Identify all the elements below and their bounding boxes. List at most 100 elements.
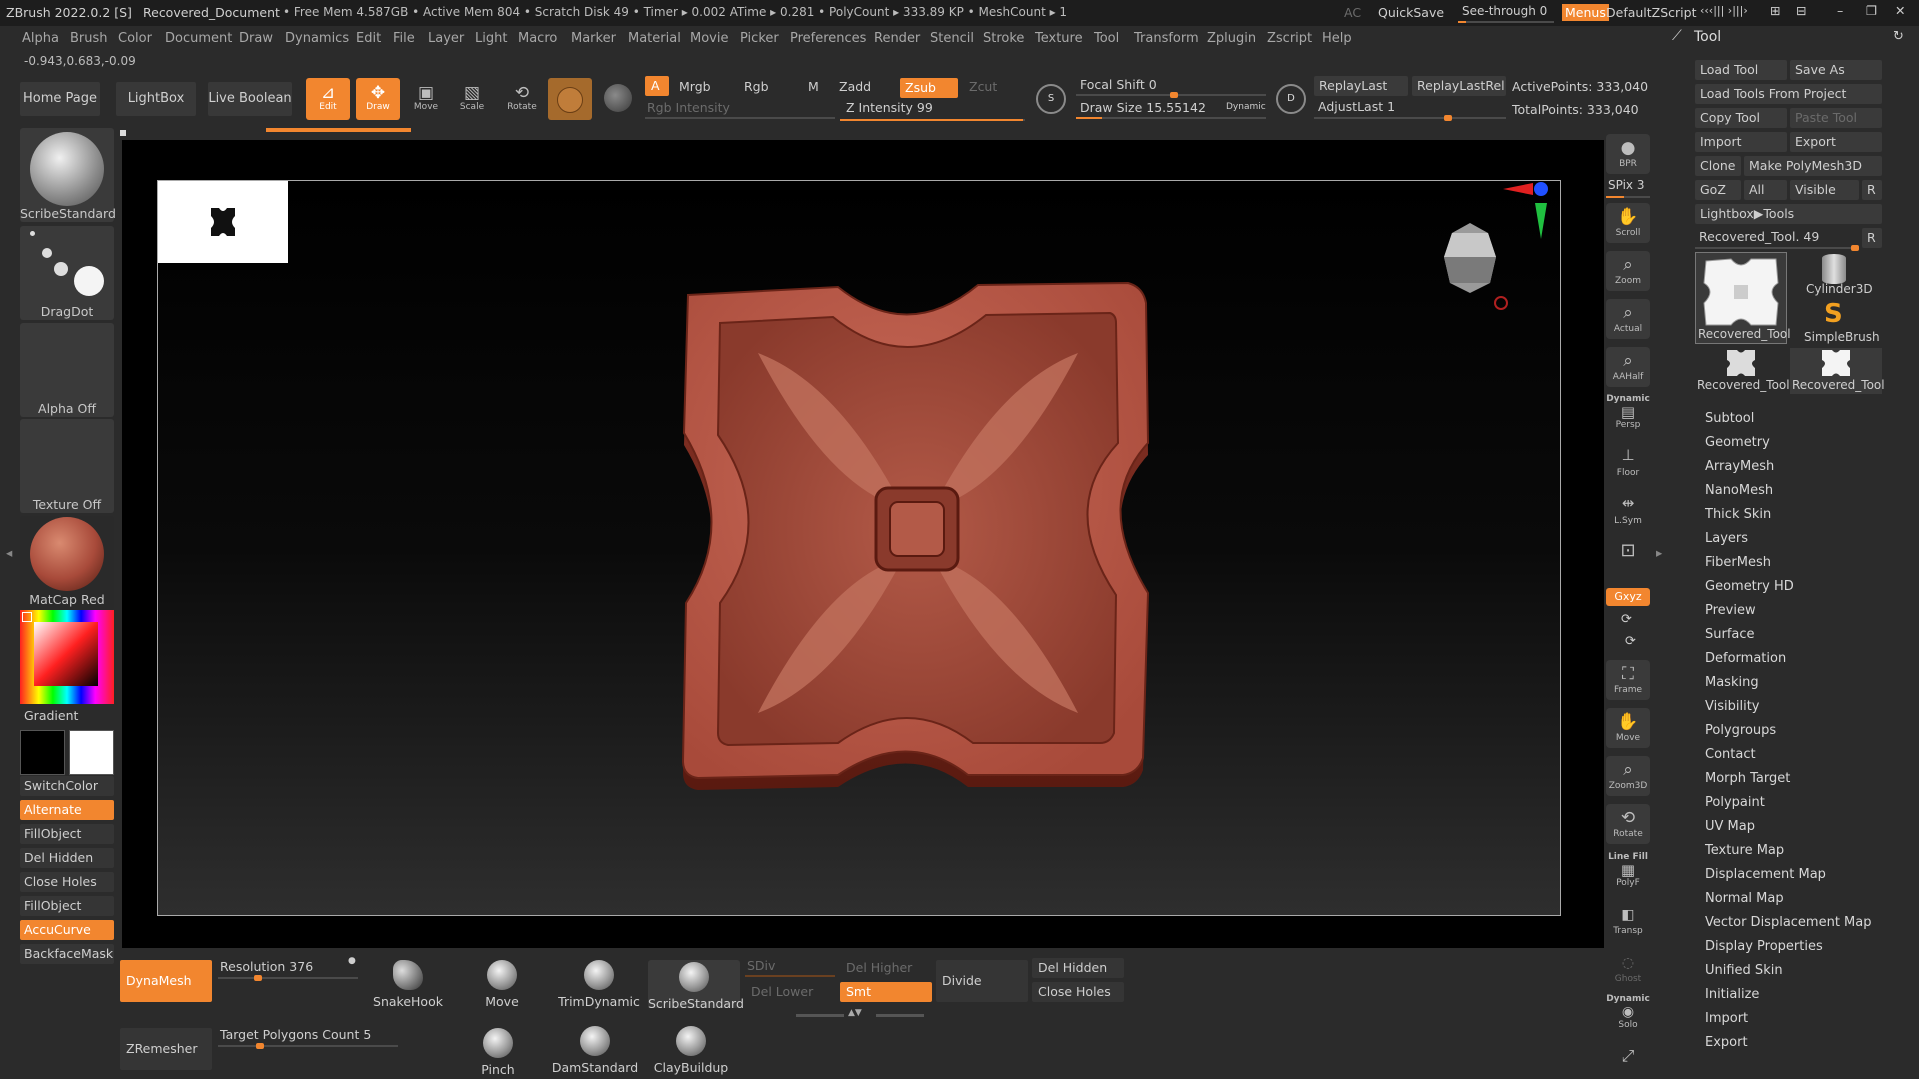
tool-thumb-simplebrush[interactable]: S SimpleBrush — [1790, 300, 1882, 346]
replay-last-button[interactable]: ReplayLast — [1314, 76, 1408, 96]
bpr-button[interactable]: ● BPR — [1606, 134, 1650, 174]
solo-button[interactable]: Dynamic ◉ Solo — [1606, 994, 1650, 1034]
subpalette-import[interactable]: Import — [1705, 1011, 1748, 1026]
home-page-tab[interactable]: Home Page — [20, 82, 100, 116]
pin-icon[interactable]: ⟋ — [1672, 28, 1682, 44]
subpalette-visibility[interactable]: Visibility — [1705, 699, 1759, 714]
brush-snakehook[interactable]: SnakeHook — [372, 960, 444, 1009]
restore-icon[interactable]: ❐ — [1866, 3, 1877, 18]
xpose-button[interactable]: ⤢ — [1606, 1046, 1650, 1076]
subpalette-polygroups[interactable]: Polygroups — [1705, 723, 1776, 738]
xyz-button[interactable]: Gxyz — [1606, 588, 1650, 606]
del-hidden-button-bottom[interactable]: Del Hidden — [1032, 958, 1124, 978]
main-color-swatch[interactable] — [69, 730, 114, 775]
sdiv-slider[interactable]: SDiv — [745, 958, 835, 978]
rotate-view-button[interactable]: ⟲ Rotate — [1606, 804, 1650, 844]
accucurve-button[interactable]: AccuCurve — [20, 920, 114, 940]
polyf-button[interactable]: Line Fill ▦ PolyF — [1606, 852, 1650, 892]
rgb-intensity-slider[interactable]: Rgb Intensity — [645, 100, 835, 119]
subpalette-fibermesh[interactable]: FiberMesh — [1705, 555, 1771, 570]
menu-brush[interactable]: Brush — [70, 31, 108, 46]
zoom3d-button[interactable]: ⌕ Zoom3D — [1606, 756, 1650, 796]
dynamic-label[interactable]: Dynamic — [1226, 102, 1266, 112]
menu-stencil[interactable]: Stencil — [930, 31, 974, 46]
rotate-y-icon[interactable]: ⟳ — [1621, 612, 1632, 627]
target-polygons-slider[interactable]: Target Polygons Count 5 — [218, 1026, 398, 1049]
menu-edit[interactable]: Edit — [356, 31, 381, 46]
menu-alpha[interactable]: Alpha — [22, 31, 59, 46]
d-toggle[interactable]: D — [1276, 84, 1306, 114]
menu-layer[interactable]: Layer — [428, 31, 464, 46]
backface-mask-button[interactable]: BackfaceMask — [20, 944, 114, 964]
rotate-mode-button[interactable]: ⟲ Rotate — [500, 78, 544, 120]
color-square[interactable] — [34, 622, 98, 686]
zadd-button[interactable]: Zadd — [839, 79, 871, 94]
clone-button[interactable]: Clone — [1695, 156, 1741, 176]
subpalette-vector-displacement-map[interactable]: Vector Displacement Map — [1705, 915, 1872, 930]
menu-texture[interactable]: Texture — [1035, 31, 1083, 46]
navigation-thumbnail[interactable] — [158, 181, 288, 263]
menu-stroke[interactable]: Stroke — [983, 31, 1024, 46]
s-sym-toggle[interactable]: S — [1036, 84, 1066, 114]
actual-button[interactable]: ⌕ Actual — [1606, 299, 1650, 339]
adjust-last-slider[interactable]: AdjustLast 1 — [1314, 99, 1506, 121]
brush-trimdynamic[interactable]: TrimDynamic — [556, 960, 642, 1009]
subpalette-deformation[interactable]: Deformation — [1705, 651, 1786, 666]
menu-picker[interactable]: Picker — [740, 31, 779, 46]
tool-thumb-recovered-2[interactable]: Recovered_Tool — [1695, 348, 1790, 394]
tool-thumb-cylinder[interactable]: Cylinder3D — [1790, 252, 1882, 298]
switch-color-button[interactable]: SwitchColor — [20, 776, 114, 796]
menu-render[interactable]: Render — [874, 31, 920, 46]
draw-size-slider[interactable]: Draw Size 15.55142 Dynamic — [1076, 100, 1266, 119]
menu-zscript[interactable]: Zscript — [1267, 31, 1312, 46]
import-button[interactable]: Import — [1695, 132, 1787, 152]
brush-move[interactable]: Move — [466, 960, 538, 1009]
r-button-2[interactable]: R — [1862, 228, 1882, 248]
viewport-canvas[interactable] — [157, 180, 1561, 916]
smt-button[interactable]: Smt — [840, 982, 932, 1002]
copy-tool-button[interactable]: Copy Tool — [1695, 108, 1787, 128]
menu-macro[interactable]: Macro — [518, 31, 557, 46]
menu-preferences[interactable]: Preferences — [790, 31, 866, 46]
gyro-icon[interactable] — [604, 84, 632, 112]
subpalette-masking[interactable]: Masking — [1705, 675, 1759, 690]
menu-marker[interactable]: Marker — [571, 31, 616, 46]
palette-icon[interactable]: ⊟ — [1796, 3, 1806, 18]
subpalette-normal-map[interactable]: Normal Map — [1705, 891, 1784, 906]
menu-movie[interactable]: Movie — [690, 31, 728, 46]
quicksave-button[interactable]: QuickSave — [1378, 5, 1444, 20]
make-polymesh3d-button[interactable]: Make PolyMesh3D — [1744, 156, 1882, 176]
menu-light[interactable]: Light — [475, 31, 507, 46]
visible-button[interactable]: Visible — [1790, 180, 1859, 200]
zoom-button[interactable]: ⌕ Zoom — [1606, 251, 1650, 291]
menu-dynamics[interactable]: Dynamics — [285, 31, 349, 46]
close-holes-button[interactable]: Close Holes — [20, 872, 114, 892]
head-gizmo-icon[interactable] — [1438, 221, 1502, 295]
close-icon[interactable]: ✕ — [1895, 3, 1905, 18]
spix-slider[interactable]: SPix 3 — [1606, 178, 1650, 198]
transp-button[interactable]: ◧ Transp — [1606, 904, 1650, 938]
subpalette-texture-map[interactable]: Texture Map — [1705, 843, 1784, 858]
brush-scribestandard[interactable]: ScribeStandard — [648, 960, 744, 1011]
subpalette-displacement-map[interactable]: Displacement Map — [1705, 867, 1826, 882]
current-tool-slider[interactable]: Recovered_Tool. 49 — [1695, 228, 1859, 251]
subpalette-arraymesh[interactable]: ArrayMesh — [1705, 459, 1774, 474]
aahalf-button[interactable]: ⌕ AAHalf — [1606, 347, 1650, 387]
palette-refresh-icon[interactable]: ↻ — [1893, 29, 1904, 44]
lsym-button[interactable]: ⇹ L.Sym — [1606, 490, 1650, 530]
edit-mode-button[interactable]: ⊿ Edit — [306, 78, 350, 120]
subpalette-polypaint[interactable]: Polypaint — [1705, 795, 1765, 810]
scroll-arrows-icon[interactable]: ‹‹‹||| ›|||› — [1700, 4, 1748, 17]
replay-last-rel-button[interactable]: ReplayLastRel — [1412, 76, 1506, 96]
del-lower-button[interactable]: Del Lower — [745, 982, 835, 1002]
brush-claybuildup[interactable]: ClayBuildup — [648, 1026, 734, 1075]
save-as-button[interactable]: Save As — [1790, 60, 1882, 80]
x-tile-model[interactable] — [678, 273, 1258, 813]
dynamesh-button[interactable]: DynaMesh — [120, 960, 212, 1002]
axis-gizmo-icon[interactable] — [1503, 181, 1553, 243]
divide-button[interactable]: Divide — [936, 960, 1028, 1002]
subpalette-preview[interactable]: Preview — [1705, 603, 1756, 618]
subpalette-thick-skin[interactable]: Thick Skin — [1705, 507, 1771, 522]
scroll-button[interactable]: ✋ Scroll — [1606, 203, 1650, 243]
menu-file[interactable]: File — [393, 31, 415, 46]
